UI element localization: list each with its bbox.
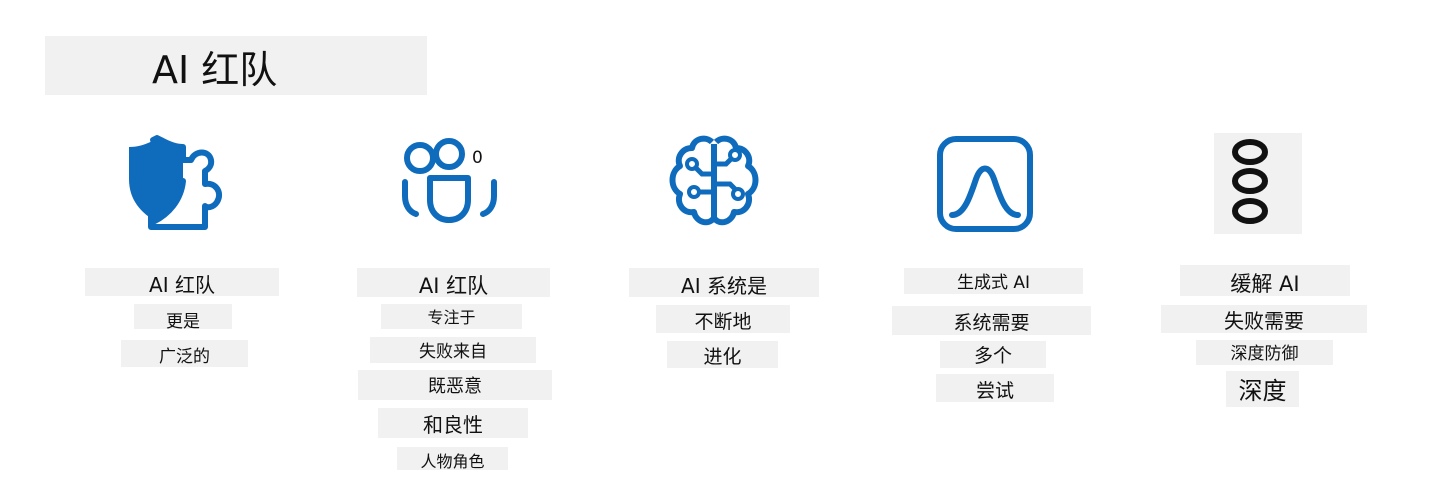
col4-line3: 多个 <box>940 341 1046 368</box>
col2-line1: AI 红队 <box>357 268 550 297</box>
col2-line3: 失败来自 <box>370 337 536 363</box>
col3-line1: AI 系统是 <box>629 268 819 297</box>
col5-line2: 失败需要 <box>1161 305 1367 333</box>
people-team-icon <box>398 138 504 226</box>
col4-line4: 尝试 <box>936 374 1054 402</box>
shield-puzzle-icon <box>125 134 223 234</box>
col4-line1: 生成式 AI <box>904 268 1083 294</box>
col2-line2: 专注于 <box>381 304 522 329</box>
col3-line3: 进化 <box>667 341 778 368</box>
col5-line4: 深度 <box>1226 371 1299 407</box>
col4-line2: 系统需要 <box>892 306 1091 335</box>
col1-line1: AI 红队 <box>85 268 279 296</box>
col5-line1: 缓解 AI <box>1180 265 1350 296</box>
bell-curve-icon <box>936 135 1034 233</box>
team-badge: 0 <box>472 148 483 168</box>
stacked-circles-icon <box>1224 136 1292 232</box>
col2-line4: 既恶意 <box>358 370 552 400</box>
col2-line5: 和良性 <box>378 408 528 438</box>
brain-circuit-icon <box>668 134 760 228</box>
col2-line6: 人物角色 <box>397 447 508 470</box>
col5-line3: 深度防御 <box>1196 340 1333 365</box>
col3-line2: 不断地 <box>656 305 790 333</box>
col1-line3: 广泛的 <box>121 340 248 367</box>
col1-line2: 更是 <box>134 304 232 329</box>
page-title: AI 红队 <box>152 48 278 92</box>
